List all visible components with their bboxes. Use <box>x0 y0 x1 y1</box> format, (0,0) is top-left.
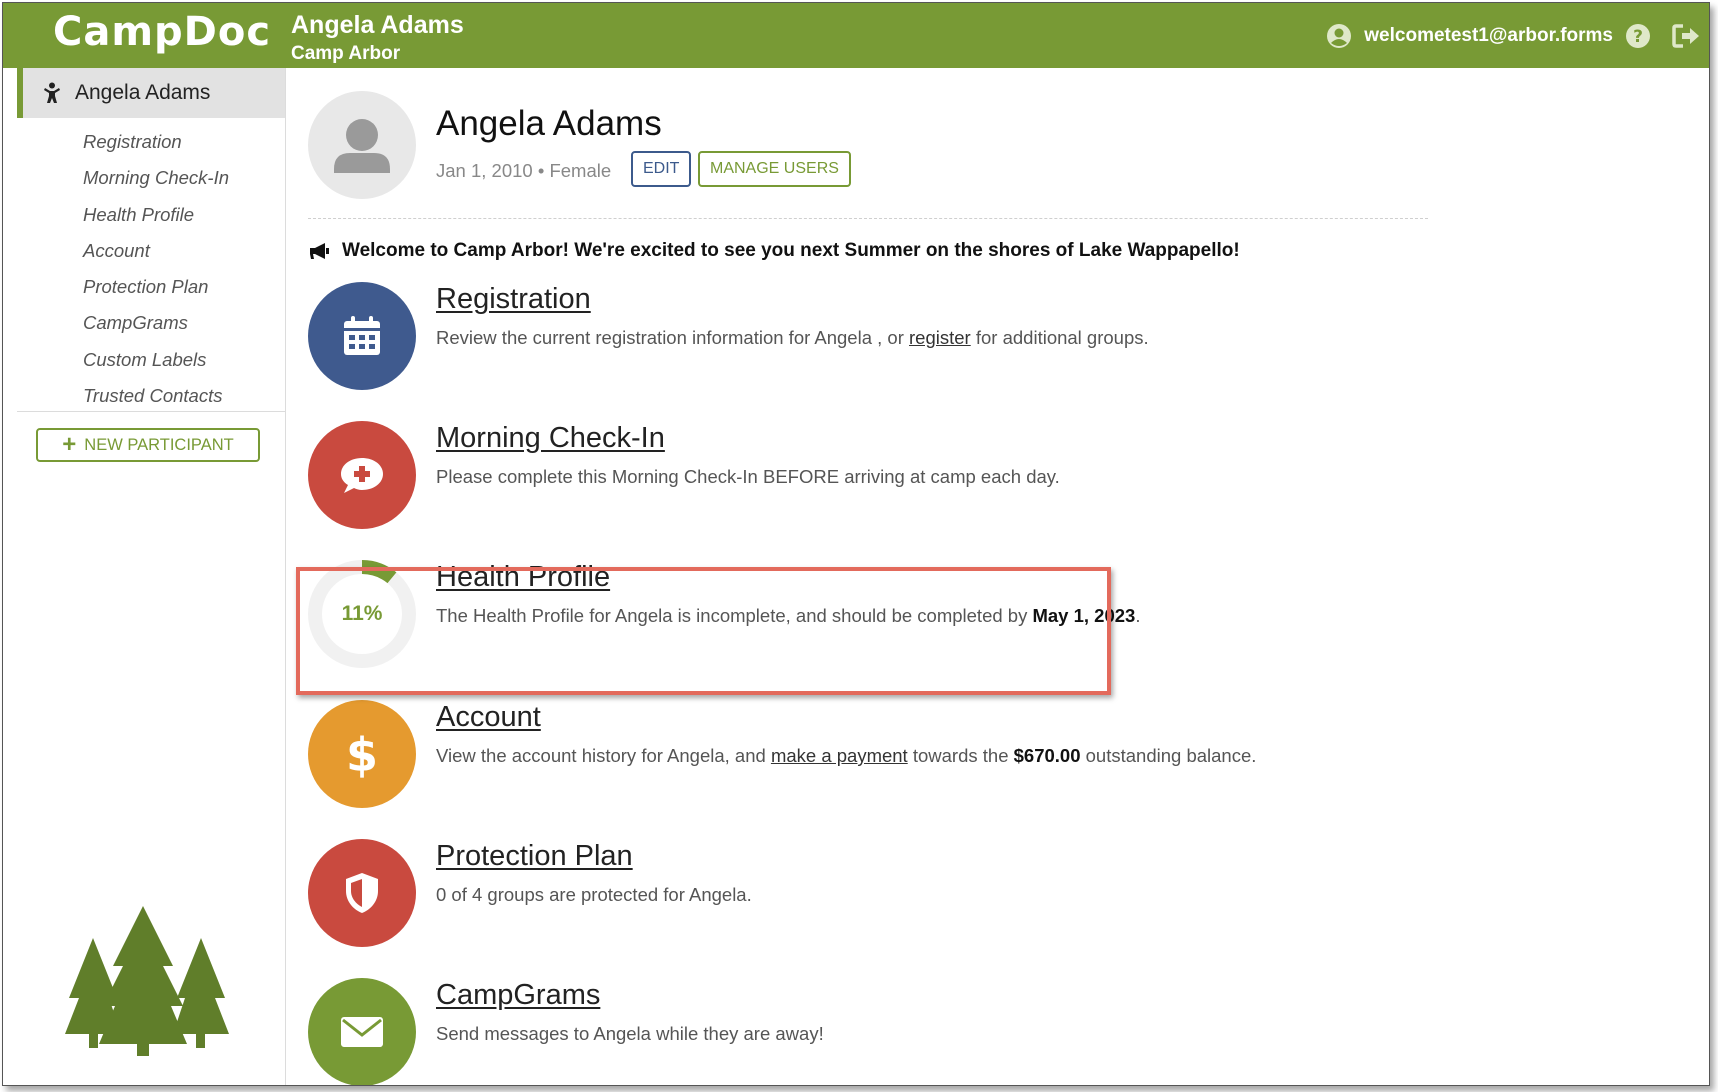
sidebar: Angela Adams Registration Morning Check-… <box>3 68 286 1085</box>
protection-plan-link[interactable]: Protection Plan <box>436 840 633 873</box>
sidebar-item-morning-check-in[interactable]: Morning Check-In <box>83 160 229 196</box>
checkin-section: Morning Check-In Please complete this Mo… <box>308 421 1508 541</box>
avatar <box>308 91 416 199</box>
divider <box>308 218 1428 219</box>
sidebar-participant-name: Angela Adams <box>75 81 211 104</box>
shield-icon <box>346 873 378 913</box>
sidebar-item-protection-plan[interactable]: Protection Plan <box>83 269 229 305</box>
campgrams-section: CampGrams Send messages to Angela while … <box>308 978 1508 1085</box>
header-camp-name: Camp Arbor <box>291 43 401 64</box>
logout-icon[interactable] <box>1671 23 1701 54</box>
sidebar-participant[interactable]: Angela Adams <box>17 68 285 118</box>
campgrams-badge <box>308 978 416 1085</box>
plus-icon: + <box>62 431 77 458</box>
medical-chat-icon <box>341 458 383 493</box>
participant-name: Angela Adams <box>436 104 662 143</box>
account-badge: $ <box>308 700 416 808</box>
main-content: Angela Adams Jan 1, 2010 • Female EDIT M… <box>286 68 1709 1085</box>
calendar-icon <box>344 316 380 355</box>
user-account-icon <box>1327 24 1352 48</box>
protection-badge <box>308 839 416 947</box>
welcome-text: Welcome to Camp Arbor! We're excited to … <box>342 240 1240 261</box>
user-menu[interactable]: welcometest1@arbor.forms <box>1326 23 1613 49</box>
make-payment-link[interactable]: make a payment <box>771 745 908 766</box>
protection-description: 0 of 4 groups are protected for Angela. <box>436 884 752 905</box>
campgrams-link[interactable]: CampGrams <box>436 979 600 1012</box>
trees-illustration-icon <box>65 906 229 1056</box>
manage-users-button[interactable]: MANAGE USERS <box>698 151 851 187</box>
registration-section: Registration Review the current registra… <box>308 282 1508 402</box>
sidebar-item-health-profile[interactable]: Health Profile <box>83 197 229 233</box>
person-icon <box>44 82 60 103</box>
account-desc-text: View the account history for Angela, and <box>436 745 771 766</box>
account-link[interactable]: Account <box>436 701 541 734</box>
user-email: welcometest1@arbor.forms <box>1364 25 1613 46</box>
header-participant-name: Angela Adams <box>291 11 464 39</box>
sidebar-item-registration[interactable]: Registration <box>83 124 229 160</box>
registration-badge <box>308 282 416 390</box>
health-profile-highlight <box>296 567 1111 695</box>
registration-desc-text: Review the current registration informat… <box>436 327 910 348</box>
svg-text:?: ? <box>1633 27 1643 47</box>
morning-check-in-link[interactable]: Morning Check-In <box>436 422 665 455</box>
welcome-banner: Welcome to Camp Arbor! We're excited to … <box>308 240 1240 262</box>
dollar-icon: $ <box>346 729 378 779</box>
sidebar-item-custom-labels[interactable]: Custom Labels <box>83 342 229 378</box>
protection-plan-section: Protection Plan 0 of 4 groups are protec… <box>308 839 1508 959</box>
registration-description: Review the current registration informat… <box>436 327 1149 349</box>
top-bar: CampDoc Angela Adams Camp Arbor welcomet… <box>3 3 1709 68</box>
campdoc-logo[interactable]: CampDoc <box>53 9 271 55</box>
health-desc-tail: . <box>1135 605 1141 626</box>
participant-meta: Jan 1, 2010 • Female <box>436 160 612 181</box>
account-desc-tail: outstanding balance. <box>1080 745 1257 766</box>
outstanding-balance: $670.00 <box>1013 745 1081 766</box>
megaphone-icon <box>310 243 329 259</box>
account-desc-mid: towards the <box>907 745 1014 766</box>
sidebar-item-account[interactable]: Account <box>83 233 229 269</box>
sidebar-item-campgrams[interactable]: CampGrams <box>83 305 229 341</box>
checkin-description: Please complete this Morning Check-In BE… <box>436 466 1060 487</box>
user-silhouette-icon <box>334 119 390 173</box>
svg-text:$: $ <box>346 729 378 779</box>
envelope-icon <box>341 1017 383 1047</box>
edit-button[interactable]: EDIT <box>631 151 692 187</box>
help-icon[interactable]: ? <box>1625 23 1651 54</box>
sidebar-item-trusted-contacts[interactable]: Trusted Contacts <box>83 378 229 414</box>
registration-link[interactable]: Registration <box>436 283 591 316</box>
registration-desc-tail: for additional groups. <box>970 327 1149 348</box>
campgrams-description: Send messages to Angela while they are a… <box>436 1023 824 1044</box>
new-participant-button[interactable]: + NEW PARTICIPANT <box>36 428 260 462</box>
checkin-badge <box>308 421 416 529</box>
new-participant-label: NEW PARTICIPANT <box>84 435 234 454</box>
account-description: View the account history for Angela, and… <box>436 745 1256 767</box>
sidebar-divider <box>17 411 285 412</box>
register-link[interactable]: register <box>909 327 971 348</box>
sidebar-nav: Registration Morning Check-In Health Pro… <box>83 124 229 414</box>
app-window: CampDoc Angela Adams Camp Arbor welcomet… <box>2 2 1710 1086</box>
account-section: $ Account View the account history for A… <box>308 700 1508 820</box>
